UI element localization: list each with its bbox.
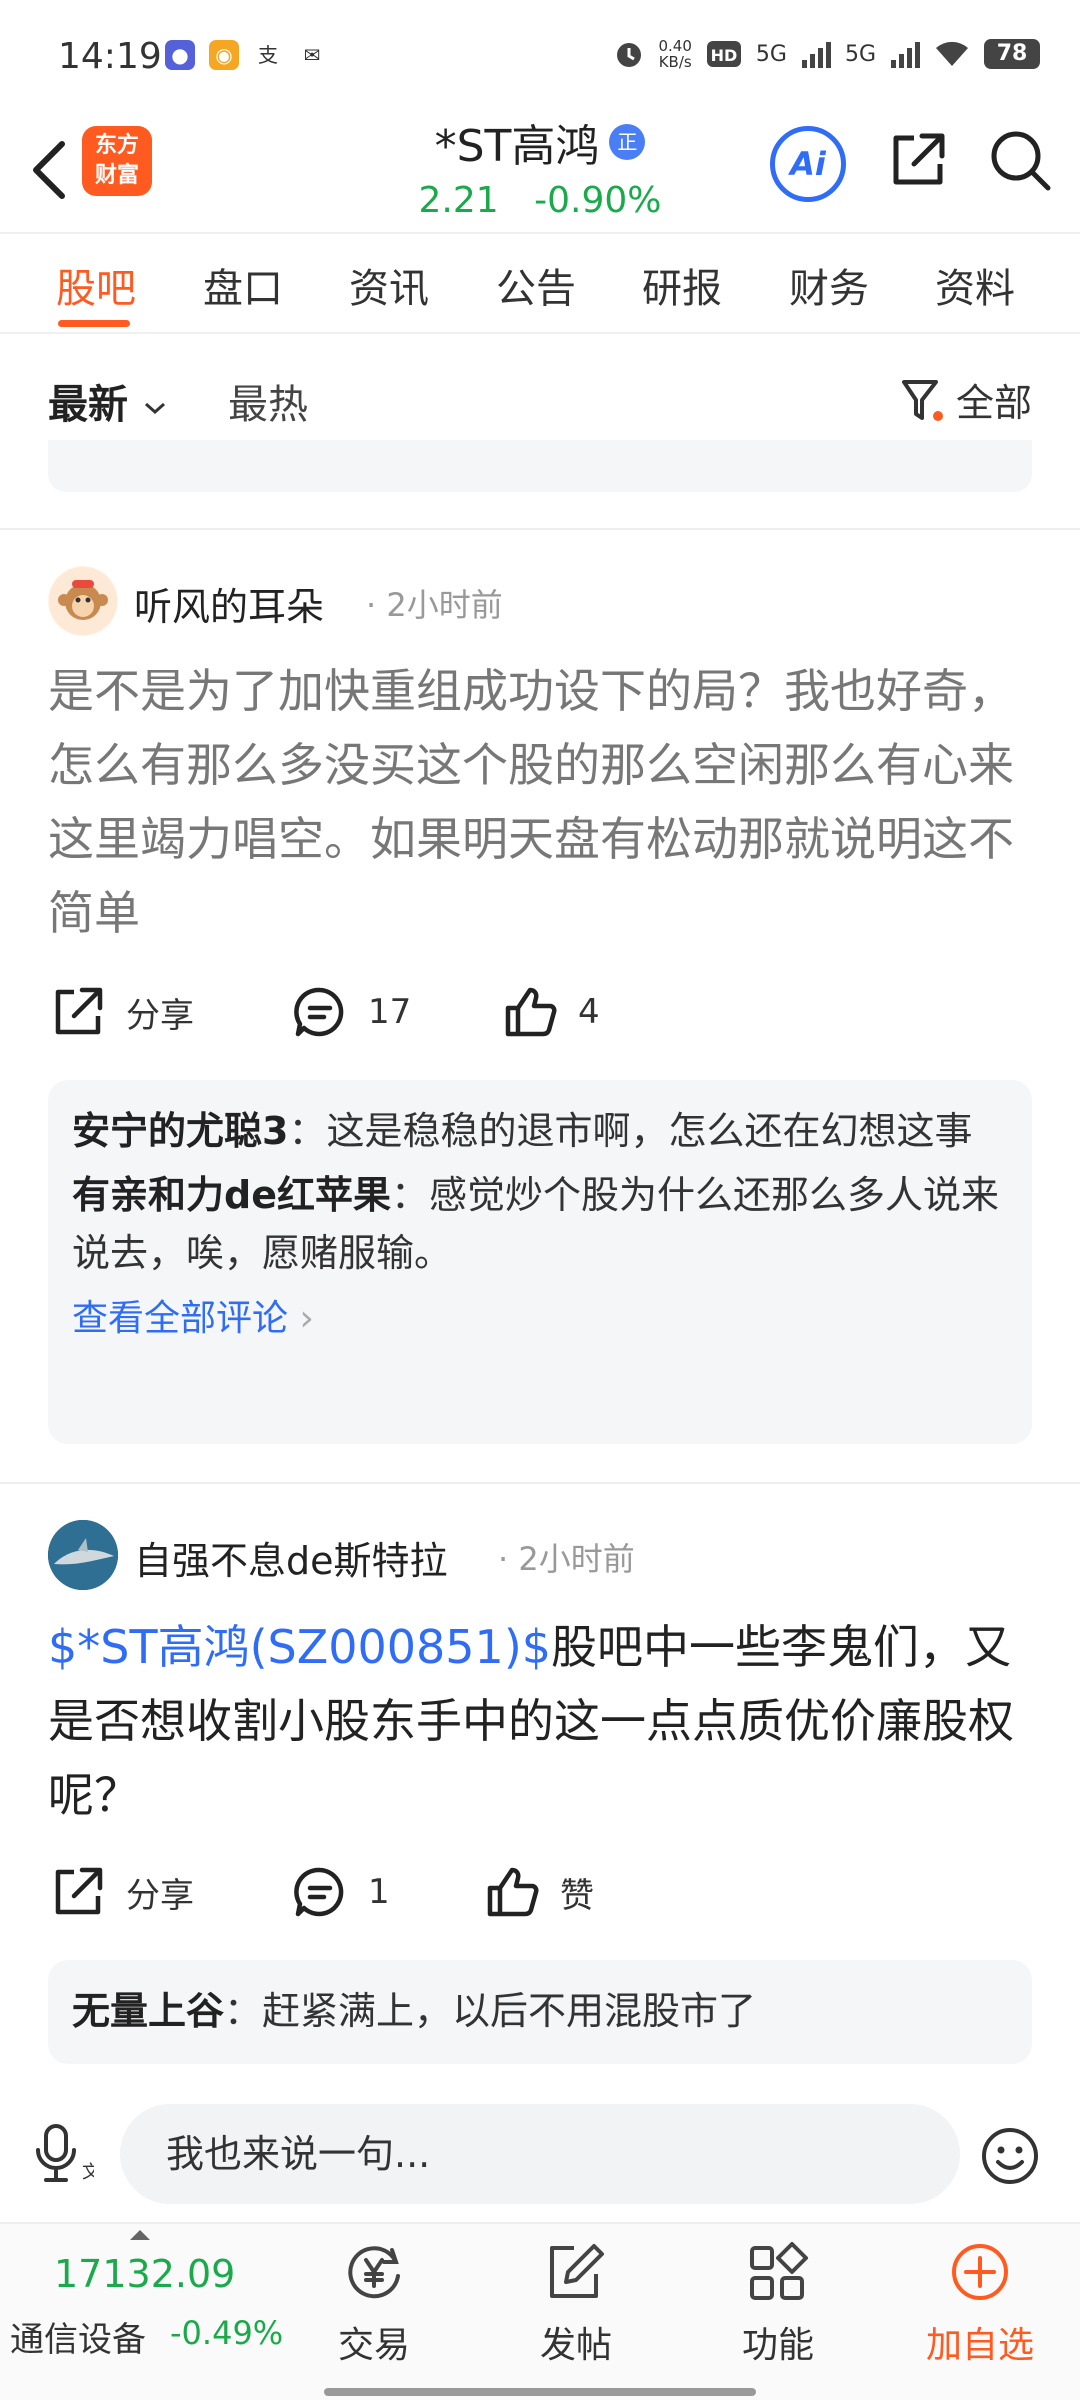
comment-composer: 文 我也来说一句...	[0, 2086, 1080, 2222]
zheng-badge: 正	[609, 124, 646, 160]
comment-icon	[294, 987, 344, 1037]
post-body[interactable]: 是不是为了加快重组成功设下的局？我也好奇，怎么有那么多没买这个股的那么空闲那么有…	[48, 654, 1032, 950]
comment-action[interactable]: 1	[292, 1864, 390, 1920]
tab-profile[interactable]: 资料	[935, 256, 1015, 314]
home-indicator[interactable]	[324, 2388, 756, 2396]
tab-guba[interactable]: 股吧	[56, 256, 136, 314]
shark-avatar-icon	[48, 1520, 118, 1590]
signal-5g-2: 5G	[844, 41, 876, 67]
trade-yen-icon	[348, 2246, 400, 2299]
comment-item[interactable]: 安宁的尤聪3：这是稳稳的退市啊，怎么还在幻想这事	[72, 1102, 1008, 1160]
tab-active-indicator	[58, 320, 130, 327]
comment-preview-box: 安宁的尤聪3：这是稳稳的退市啊，怎么还在幻想这事 有亲和力de红苹果：感觉炒个股…	[48, 1080, 1032, 1444]
comment-text: ：这是稳稳的退市啊，怎么还在幻想这事	[288, 1109, 973, 1153]
status-time: 14:19	[58, 36, 162, 77]
monkey-avatar-icon	[49, 567, 117, 635]
network-speed: 0.40 KB/s	[658, 37, 692, 71]
tab-news[interactable]: 资讯	[349, 256, 429, 314]
stock-header: 东方 财富 *ST高鸿 正 2.21 -0.90% Ai	[0, 110, 1080, 230]
app-notification-icon: ●	[165, 40, 195, 70]
add-circle-icon	[952, 2244, 1008, 2300]
hd-icon: HD	[706, 41, 741, 67]
stock-link[interactable]: $*ST高鸿(SZ000851)$	[48, 1620, 551, 1674]
chevron-right-icon: ›	[299, 1298, 314, 1339]
status-bar: 14:19 ● ◉ 支 ✉ 0.40 KB/s HD 5G 5G 78	[0, 0, 1080, 110]
signal-5g-1: 5G	[755, 41, 787, 67]
like-action[interactable]: 赞	[484, 1864, 594, 1920]
sector-name[interactable]: 通信设备	[10, 2312, 146, 2361]
sort-hot-button[interactable]: 最热	[228, 372, 308, 430]
tab-research[interactable]: 研报	[642, 256, 722, 314]
stock-change: -0.90%	[534, 180, 662, 221]
comment-user[interactable]: 有亲和力de红苹果	[72, 1173, 391, 1217]
comment-action[interactable]: 17	[292, 984, 411, 1040]
comment-input[interactable]: 我也来说一句...	[120, 2104, 960, 2204]
share-icon	[55, 1867, 103, 1915]
filter-icon	[901, 379, 943, 421]
post-body[interactable]: $*ST高鸿(SZ000851)$股吧中一些李鬼们，又是否想收割小股东手中的这一…	[48, 1610, 1032, 1832]
search-icon[interactable]	[988, 128, 1052, 192]
post-time: · 2小时前	[498, 1540, 635, 1578]
nav-post[interactable]: 发帖	[496, 2240, 656, 2368]
comment-text: ：赶紧满上，以后不用混股市了	[224, 1989, 757, 2033]
share-action[interactable]: 分享	[50, 984, 194, 1040]
stock-name: *ST高鸿	[434, 121, 600, 172]
emoji-icon[interactable]	[980, 2126, 1040, 2186]
comment-user[interactable]: 安宁的尤聪3	[72, 1109, 288, 1153]
sort-bar: 最新 最热 全部	[0, 336, 1080, 456]
wifi-icon	[936, 41, 968, 66]
share-action[interactable]: 分享	[50, 1864, 194, 1920]
svg-text:文: 文	[82, 2162, 94, 2183]
sort-latest-button[interactable]: 最新	[48, 372, 168, 430]
comment-item[interactable]: 有亲和力de红苹果：感觉炒个股为什么还那么多人说来说去，唉，愿赌服输。	[72, 1166, 1008, 1282]
nav-add-watchlist[interactable]: 加自选	[900, 2240, 1060, 2368]
status-indicators: 0.40 KB/s HD 5G 5G 78	[613, 37, 1040, 71]
tab-bar: 股吧 盘口 资讯 公告 研报 财务 资料	[0, 232, 1080, 334]
sector-index-value[interactable]: 17132.09	[54, 2252, 235, 2296]
grid-icon	[750, 2242, 808, 2300]
comment-item[interactable]: 无量上谷：赶紧满上，以后不用混股市了	[72, 1982, 1008, 2040]
signal-bars-icon	[801, 42, 831, 68]
nav-functions[interactable]: 功能	[698, 2240, 858, 2368]
share-icon	[55, 987, 103, 1035]
ai-assistant-button[interactable]: Ai	[770, 126, 846, 202]
post-time: · 2小时前	[366, 586, 503, 624]
chevron-down-icon	[144, 402, 165, 415]
alipay-icon: 支	[253, 40, 283, 70]
signal-bars-icon	[891, 42, 920, 68]
voice-input-icon[interactable]: 文	[34, 2122, 94, 2186]
tab-finance[interactable]: 财务	[789, 256, 869, 314]
notification-icons: ● ◉ 支 ✉	[165, 40, 327, 70]
post-author[interactable]: 自强不息de斯特拉	[134, 1530, 448, 1585]
stock-price: 2.21	[418, 180, 499, 221]
tab-announcements[interactable]: 公告	[496, 256, 576, 314]
tab-pankou[interactable]: 盘口	[203, 256, 283, 314]
wechat-icon: ✉	[297, 40, 327, 70]
post-author[interactable]: 听风的耳朵	[134, 576, 324, 631]
expand-caret-icon[interactable]	[130, 2230, 150, 2240]
svg-text:HD: HD	[711, 46, 738, 65]
filter-button[interactable]: 全部	[900, 372, 1032, 427]
thumbs-up-icon	[487, 1867, 539, 1917]
like-action[interactable]: 4	[502, 984, 600, 1040]
comment-user[interactable]: 无量上谷	[72, 1989, 224, 2033]
comment-preview-box: 无量上谷：赶紧满上，以后不用混股市了	[48, 1960, 1032, 2064]
thumbs-up-icon	[505, 987, 557, 1037]
nav-trade[interactable]: 交易	[294, 2240, 454, 2368]
bottom-nav-bar: 17132.09 通信设备 -0.49% 交易 发帖 功能 加自选	[0, 2222, 1080, 2400]
alarm-icon	[616, 43, 641, 67]
sector-change: -0.49%	[170, 2314, 284, 2352]
avatar[interactable]	[48, 1520, 118, 1590]
share-icon[interactable]	[886, 128, 950, 192]
filter-label: 全部	[955, 381, 1032, 425]
post-divider	[0, 528, 1080, 530]
avatar[interactable]	[48, 566, 118, 636]
comment-icon	[294, 1867, 344, 1917]
post-divider	[0, 1482, 1080, 1484]
view-all-comments-link[interactable]: 查看全部评论 ›	[72, 1290, 1008, 1348]
battery-indicator: 78	[984, 39, 1040, 69]
previous-comment-box	[48, 440, 1032, 492]
weibo-icon: ◉	[209, 40, 239, 70]
compose-icon	[550, 2244, 604, 2298]
